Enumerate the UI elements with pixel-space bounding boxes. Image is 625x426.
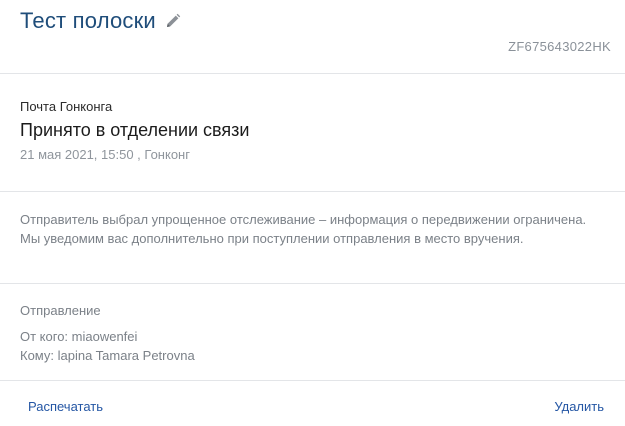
divider-notice (0, 283, 625, 284)
shipment-to: Кому: lapina Tamara Petrovna (20, 348, 195, 363)
divider-status (0, 191, 625, 192)
page-title: Тест полоски (20, 8, 156, 33)
pencil-icon-graphic (166, 13, 181, 27)
pencil-icon[interactable] (165, 13, 181, 29)
divider-footer (0, 380, 625, 381)
header: Тест полоски ZF675643022HK (0, 0, 625, 73)
print-link[interactable]: Распечатать (28, 399, 103, 414)
tracking-card: Тест полоски ZF675643022HK Почта Гонконг… (0, 0, 625, 426)
status-datetime-location: 21 мая 2021, 15:50 , Гонконг (20, 147, 190, 162)
tracking-number: ZF675643022HK (508, 39, 611, 54)
shipment-info: Отправление От кого: miaowenfei Кому: la… (20, 303, 195, 365)
title-row: Тест полоски (20, 8, 181, 34)
delete-link[interactable]: Удалить (554, 399, 604, 414)
postal-operator: Почта Гонконга (20, 99, 113, 114)
shipment-title: Отправление (20, 303, 101, 318)
status-title: Принято в отделении связи (20, 120, 250, 140)
divider-top (0, 73, 625, 74)
status-block: Почта Гонконга Принято в отделении связи… (20, 99, 249, 162)
tracking-notice: Отправитель выбрал упрощенное отслеживан… (20, 212, 587, 246)
shipment-from: От кого: miaowenfei (20, 329, 138, 344)
